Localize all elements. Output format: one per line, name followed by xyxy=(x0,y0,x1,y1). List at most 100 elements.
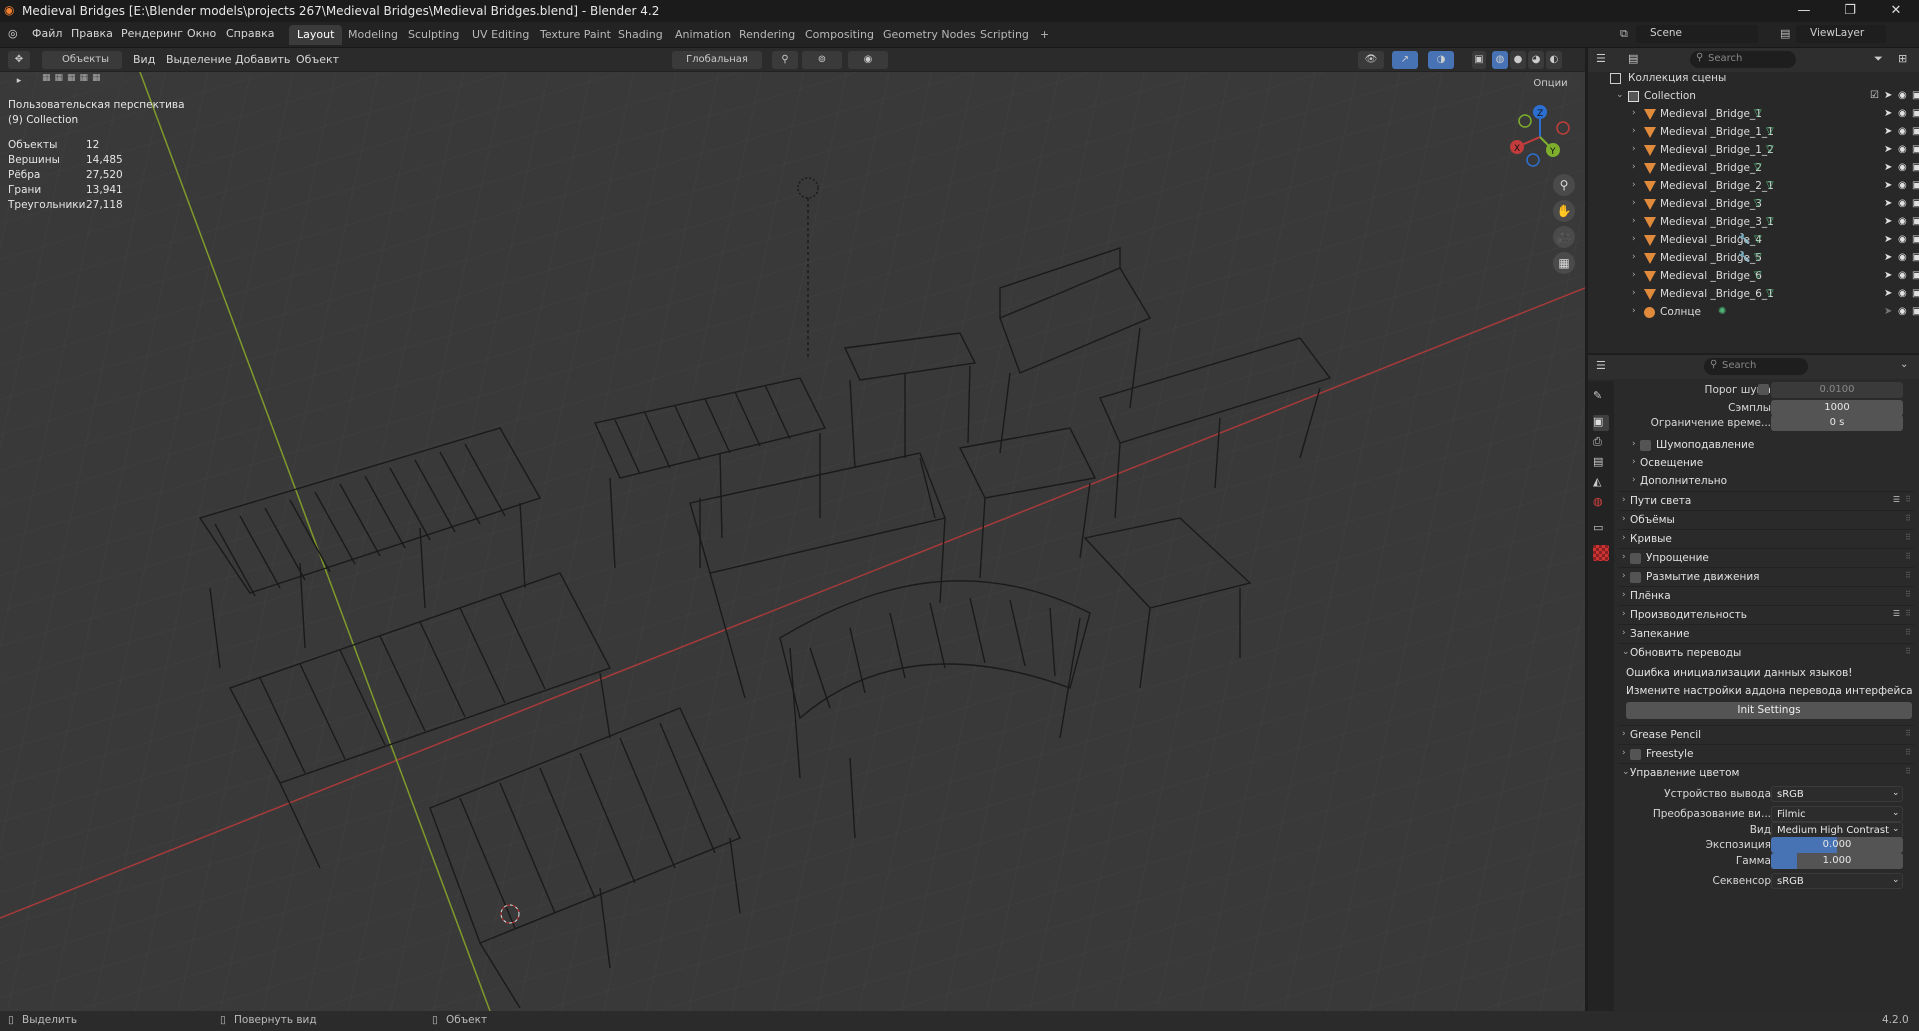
chevron-right-icon[interactable]: › xyxy=(1632,270,1636,280)
pivot-icon[interactable]: ⚲ xyxy=(772,51,798,69)
tool-select-icon[interactable]: ▸ xyxy=(10,73,28,89)
drag-handle-icon[interactable]: ⠿ xyxy=(1905,628,1911,637)
init-settings-button[interactable]: Init Settings xyxy=(1626,702,1912,719)
new-collection-icon[interactable]: ⊞ xyxy=(1898,52,1907,65)
xray-icon[interactable]: ▣ xyxy=(1472,51,1486,69)
scene-collection-row[interactable]: Коллекция сцены xyxy=(1588,70,1919,88)
denoising-subpanel[interactable]: › Шумоподавление xyxy=(1628,436,1914,456)
tab-animation[interactable]: Animation xyxy=(667,25,739,45)
preset-list-icon[interactable]: ☰ xyxy=(1893,495,1900,504)
menu-file[interactable]: Файл xyxy=(32,27,62,40)
selectable-arrow-icon[interactable]: ➤ xyxy=(1884,90,1892,101)
camera-icon[interactable]: ▣ xyxy=(1912,198,1919,209)
tab-scripting[interactable]: Scripting xyxy=(972,25,1037,45)
menu-edit[interactable]: Правка xyxy=(71,27,113,40)
film-panel[interactable]: › Плёнка ⠿ xyxy=(1618,586,1914,606)
drag-handle-icon[interactable]: ⠿ xyxy=(1905,767,1911,776)
texture-tab-icon[interactable] xyxy=(1593,545,1609,561)
camera-view-icon[interactable]: 🎥 xyxy=(1553,226,1575,248)
drag-handle-icon[interactable]: ⠿ xyxy=(1905,514,1911,523)
camera-icon[interactable]: ▣ xyxy=(1912,306,1919,317)
camera-icon[interactable]: ▣ xyxy=(1912,216,1919,227)
wireframe-shading-icon[interactable]: ◍ xyxy=(1492,51,1508,69)
mesh-data-icon[interactable]: ▽ xyxy=(1766,126,1774,137)
add-workspace-button[interactable]: + xyxy=(1032,25,1057,45)
ortho-grid-icon[interactable]: ▦ xyxy=(1553,252,1575,274)
bake-panel[interactable]: › Запекание ⠿ xyxy=(1618,624,1914,644)
outliner-item-object[interactable]: › Medieval _Bridge_1_2 ▽ ➤ ◉ ▣ xyxy=(1588,142,1919,160)
scene-tab-icon[interactable]: ◭ xyxy=(1593,475,1609,491)
camera-icon[interactable]: ▣ xyxy=(1912,252,1919,263)
properties-search-input[interactable]: Search xyxy=(1704,358,1808,375)
mesh-data-icon[interactable]: ▽ xyxy=(1766,216,1774,227)
mesh-data-icon[interactable]: ▽ xyxy=(1766,288,1774,299)
drag-handle-icon[interactable]: ⠿ xyxy=(1905,590,1911,599)
chevron-down-icon[interactable]: ⌄ xyxy=(1616,90,1624,100)
outliner-item-object[interactable]: › Medieval _Bridge_6 ▽ ➤ ◉ ▣ xyxy=(1588,268,1919,286)
eye-icon[interactable]: ◉ xyxy=(1898,252,1907,263)
tab-texture-paint[interactable]: Texture Paint xyxy=(532,25,619,45)
tab-geometry-nodes[interactable]: Geometry Nodes xyxy=(875,25,984,45)
chevron-right-icon[interactable]: › xyxy=(1632,144,1636,154)
drag-handle-icon[interactable]: ⠿ xyxy=(1905,729,1911,738)
outliner-item-object[interactable]: › Medieval _Bridge_6_1 ▽ ➤ ◉ ▣ xyxy=(1588,286,1919,304)
selectable-arrow-icon[interactable]: ➤ xyxy=(1884,180,1892,191)
eye-icon[interactable]: ◉ xyxy=(1898,108,1907,119)
scene-selector[interactable]: Scene xyxy=(1636,25,1758,43)
chevron-right-icon[interactable]: › xyxy=(1632,234,1636,244)
selectable-arrow-icon[interactable]: ➤ xyxy=(1884,216,1892,227)
eye-icon[interactable]: ◉ xyxy=(1898,162,1907,173)
tool-tab-icon[interactable]: ✎ xyxy=(1593,389,1609,405)
zoom-icon[interactable]: ⚲ xyxy=(1553,174,1575,196)
tab-shading[interactable]: Shading xyxy=(610,25,671,45)
selectable-arrow-icon[interactable]: ➤ xyxy=(1884,252,1892,263)
rendered-shading-icon[interactable]: ◐ xyxy=(1546,51,1562,69)
navigation-gizmo[interactable]: Z X Y xyxy=(1505,102,1575,172)
exposure-slider[interactable]: 0.000 xyxy=(1771,837,1903,853)
light-data-icon[interactable]: ✺ xyxy=(1718,306,1726,317)
color-management-panel[interactable]: ⌄ Управление цветом ⠿ xyxy=(1618,763,1914,783)
outliner-item-object[interactable]: › Medieval _Bridge_5 🔧 ▽ ➤ ◉ ▣ xyxy=(1588,250,1919,268)
outliner-search-input[interactable]: Search xyxy=(1690,51,1796,68)
chevron-right-icon[interactable]: › xyxy=(1632,162,1636,172)
mesh-data-icon[interactable]: ▽ xyxy=(1754,162,1762,173)
mesh-data-icon[interactable]: ▽ xyxy=(1754,234,1762,245)
maximize-button[interactable]: ❐ xyxy=(1827,0,1873,22)
options-button[interactable]: Опции xyxy=(1523,75,1578,92)
advanced-subpanel[interactable]: › Дополнительно xyxy=(1628,472,1914,492)
selectable-arrow-icon[interactable]: ➤ xyxy=(1884,270,1892,281)
transform-orientation-selector[interactable]: Глобальная xyxy=(672,51,762,69)
outliner-item-object[interactable]: › Medieval _Bridge_3 ▽ ➤ ◉ ▣ xyxy=(1588,196,1919,214)
eye-icon[interactable]: ◉ xyxy=(1898,306,1907,317)
chevron-right-icon[interactable]: › xyxy=(1632,180,1636,190)
curves-panel[interactable]: › Кривые ⠿ xyxy=(1618,529,1914,549)
menu-help[interactable]: Справка xyxy=(226,27,274,40)
selectable-arrow-icon[interactable]: ➤ xyxy=(1884,234,1892,245)
drag-handle-icon[interactable]: ⠿ xyxy=(1905,552,1911,561)
display-device-dropdown[interactable]: sRGB xyxy=(1771,786,1903,802)
chevron-right-icon[interactable]: › xyxy=(1632,306,1636,316)
freestyle-checkbox[interactable] xyxy=(1630,749,1641,760)
chevron-right-icon[interactable]: › xyxy=(1632,198,1636,208)
eye-icon[interactable]: ◉ xyxy=(1898,126,1907,137)
gizmo-toggle-icon[interactable]: ↗ xyxy=(1392,51,1418,69)
selectable-arrow-icon[interactable]: ➤ xyxy=(1884,126,1892,137)
display-mode-icon[interactable]: ▤ xyxy=(1628,52,1638,65)
camera-icon[interactable]: ▣ xyxy=(1912,180,1919,191)
modifier-wrench-icon[interactable]: 🔧 xyxy=(1738,234,1750,245)
performance-panel[interactable]: › Производительность ☰ ⠿ xyxy=(1618,605,1914,625)
mesh-data-icon[interactable]: ▽ xyxy=(1766,144,1774,155)
camera-icon[interactable]: ▣ xyxy=(1912,162,1919,173)
filter-icon[interactable]: ⏷ xyxy=(1874,52,1883,66)
overlay-toggle-icon[interactable]: ◑ xyxy=(1428,51,1454,69)
camera-icon[interactable]: ▣ xyxy=(1912,270,1919,281)
drag-handle-icon[interactable]: ⠿ xyxy=(1905,609,1911,618)
material-shading-icon[interactable]: ◕ xyxy=(1528,51,1544,69)
camera-icon[interactable]: ▣ xyxy=(1912,90,1919,101)
chevron-right-icon[interactable]: › xyxy=(1632,126,1636,136)
preset-list-icon[interactable]: ☰ xyxy=(1893,609,1900,618)
minimize-button[interactable]: — xyxy=(1781,0,1827,22)
camera-icon[interactable]: ▣ xyxy=(1912,126,1919,137)
tab-modeling[interactable]: Modeling xyxy=(340,25,406,45)
outliner-item-object[interactable]: › Medieval _Bridge_4 🔧 ▽ ➤ ◉ ▣ xyxy=(1588,232,1919,250)
